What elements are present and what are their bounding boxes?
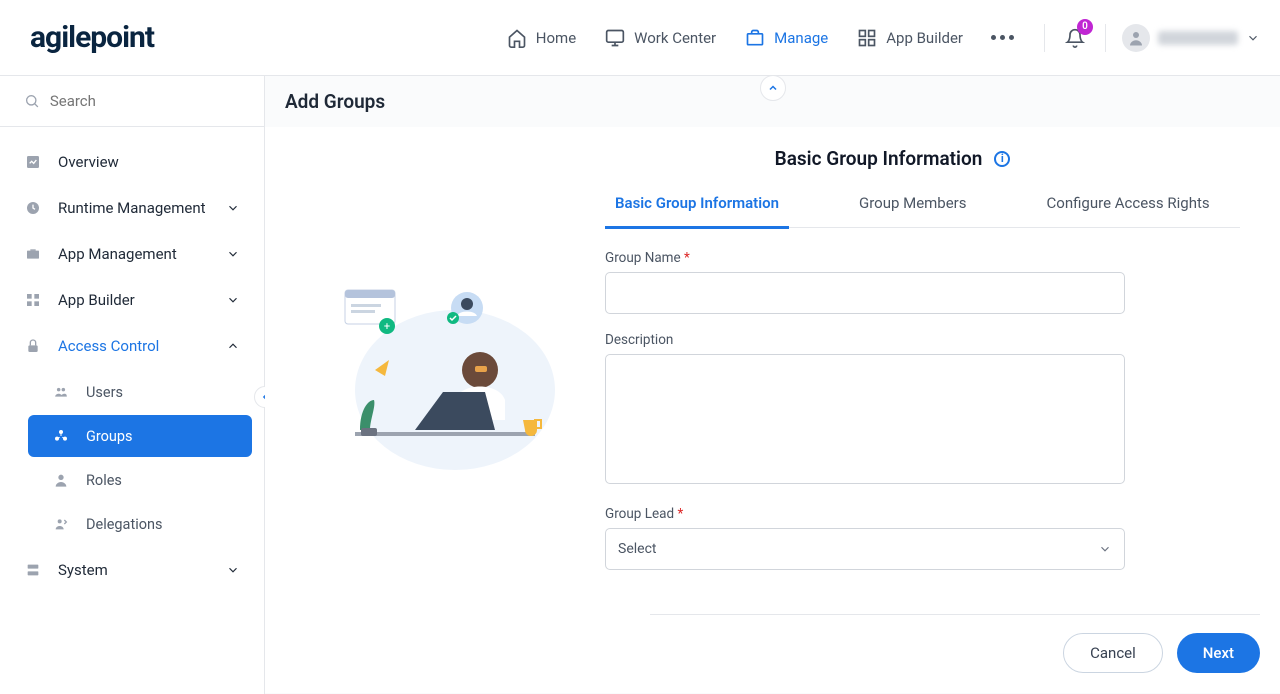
grid-icon [24, 291, 42, 309]
brand-text: agilepoint [30, 20, 154, 55]
nav-manage-label: Manage [774, 29, 828, 47]
section-header: Basic Group Information i [325, 147, 1260, 170]
sidebar-list: Overview Runtime Management App Manageme… [0, 127, 264, 605]
sidebar-item-label: Access Control [58, 337, 159, 355]
nav-app-builder-label: App Builder [886, 29, 963, 47]
users-icon [52, 383, 70, 401]
nav-home[interactable]: Home [506, 27, 576, 49]
illustration: + [325, 270, 565, 470]
home-icon [506, 27, 528, 49]
notification-badge: 0 [1077, 19, 1093, 35]
header-right: 0 [1044, 24, 1260, 52]
notifications-button[interactable]: 0 [1065, 27, 1085, 49]
delegation-icon [52, 515, 70, 533]
person-icon [52, 471, 70, 489]
search-input[interactable] [50, 92, 240, 110]
sidebar-item-groups[interactable]: Groups [28, 415, 252, 457]
clock-icon [24, 199, 42, 217]
sidebar-item-access-control[interactable]: Access Control [0, 323, 264, 369]
cancel-button[interactable]: Cancel [1063, 633, 1163, 673]
lock-icon [24, 337, 42, 355]
collapse-top-button[interactable] [760, 75, 786, 101]
info-icon[interactable]: i [994, 151, 1010, 167]
sidebar-item-label: Runtime Management [58, 199, 206, 217]
required-marker: * [677, 506, 683, 522]
form-area: + [325, 250, 1260, 588]
username-redacted [1158, 31, 1238, 45]
chart-icon [24, 153, 42, 171]
sidebar-item-label: Delegations [86, 516, 162, 533]
sidebar-search[interactable] [0, 76, 264, 127]
chevron-down-icon [1246, 31, 1260, 45]
required-marker: * [684, 250, 690, 266]
sidebar-item-runtime[interactable]: Runtime Management [0, 185, 264, 231]
chevron-down-icon [226, 563, 240, 577]
sidebar-item-system[interactable]: System [0, 547, 264, 593]
grid-icon [856, 27, 878, 49]
sidebar-item-label: Users [86, 384, 123, 401]
sidebar-item-label: App Builder [58, 291, 135, 309]
brand-logo: agilepoint [30, 20, 154, 55]
groups-icon [52, 427, 70, 445]
select-value: Select [618, 541, 656, 557]
field-group-lead: Group Lead * Select [605, 506, 1125, 570]
tab-group-members[interactable]: Group Members [849, 194, 977, 227]
sidebar: Overview Runtime Management App Manageme… [0, 76, 265, 694]
search-icon [24, 92, 40, 110]
monitor-icon [604, 27, 626, 49]
description-label: Description [605, 332, 1125, 348]
field-group-name: Group Name * [605, 250, 1125, 314]
app-header: agilepoint Home Work Center Manage App B… [0, 0, 1280, 76]
description-input[interactable] [605, 354, 1125, 484]
chevron-up-icon [767, 82, 779, 94]
nav-work-center[interactable]: Work Center [604, 27, 716, 49]
briefcase-icon [24, 245, 42, 263]
chevron-up-icon [226, 339, 240, 353]
sidebar-item-label: Overview [58, 153, 119, 171]
chevron-down-icon [226, 293, 240, 307]
group-name-label: Group Name * [605, 250, 1125, 266]
svg-text:+: + [384, 320, 390, 333]
chevron-down-icon [1098, 542, 1112, 556]
group-name-input[interactable] [605, 272, 1125, 314]
sidebar-item-label: App Management [58, 245, 177, 263]
next-button[interactable]: Next [1177, 633, 1260, 673]
tab-access-rights[interactable]: Configure Access Rights [1037, 194, 1220, 227]
group-lead-select[interactable]: Select [605, 528, 1125, 570]
group-lead-label: Group Lead * [605, 506, 1125, 522]
sidebar-submenu-access-control: Users Groups Roles Delegations [0, 371, 264, 545]
sidebar-item-app-management[interactable]: App Management [0, 231, 264, 277]
content-card: Basic Group Information i Basic Group In… [265, 127, 1280, 693]
user-menu[interactable] [1105, 24, 1260, 52]
server-icon [24, 561, 42, 579]
section-title: Basic Group Information [775, 147, 983, 170]
nav-home-label: Home [536, 29, 576, 47]
sidebar-item-label: Roles [86, 472, 122, 489]
chevron-down-icon [226, 247, 240, 261]
sidebar-item-roles[interactable]: Roles [28, 459, 252, 501]
form-fields: Group Name * Description Group Lead * [605, 250, 1125, 588]
avatar [1122, 24, 1150, 52]
sidebar-item-overview[interactable]: Overview [0, 139, 264, 185]
briefcase-icon [744, 27, 766, 49]
chevron-down-icon [226, 201, 240, 215]
tab-basic-info[interactable]: Basic Group Information [605, 194, 789, 229]
nav-more[interactable] [991, 35, 1014, 40]
field-description: Description [605, 332, 1125, 488]
nav-manage[interactable]: Manage [744, 27, 828, 49]
sidebar-item-users[interactable]: Users [28, 371, 252, 413]
sidebar-item-app-builder[interactable]: App Builder [0, 277, 264, 323]
sidebar-item-label: Groups [86, 428, 133, 445]
nav-work-center-label: Work Center [634, 29, 716, 47]
sidebar-item-label: System [58, 561, 108, 579]
main-nav: Home Work Center Manage App Builder [506, 27, 1014, 49]
form-tabs: Basic Group Information Group Members Co… [605, 194, 1240, 228]
main-content: Add Groups Basic Group Information i Bas… [265, 76, 1280, 694]
nav-app-builder[interactable]: App Builder [856, 27, 963, 49]
sidebar-item-delegations[interactable]: Delegations [28, 503, 252, 545]
form-actions: Cancel Next [650, 614, 1260, 673]
